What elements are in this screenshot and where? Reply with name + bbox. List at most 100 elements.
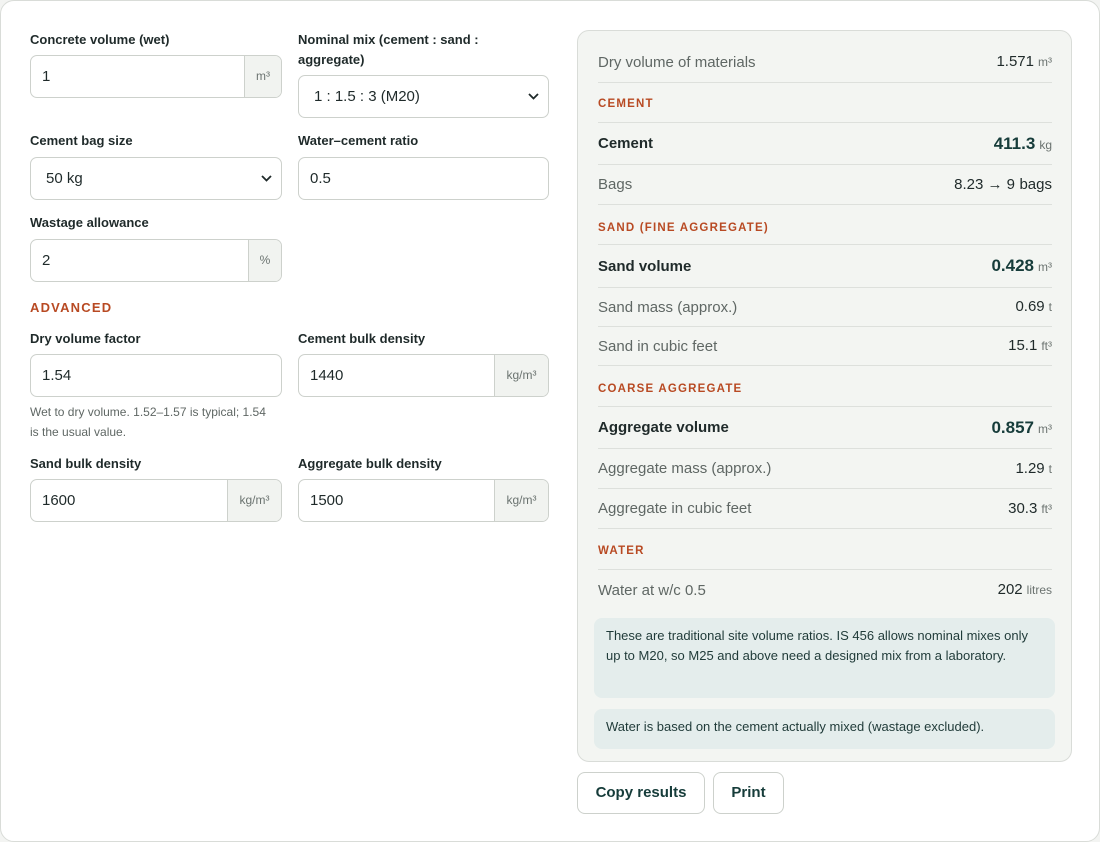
cement-bag-size-field: Cement bag size xyxy=(30,131,133,151)
aggregate-mass-unit: t xyxy=(1048,461,1052,476)
water-note: Water is based on the cement actually mi… xyxy=(594,709,1055,749)
sand-bulk-density-input[interactable]: 1600 kg/m³ xyxy=(30,479,282,522)
nominal-mix-value[interactable]: 1 : 1.5 : 3 (M20) xyxy=(299,76,518,117)
water-cement-ratio-input[interactable]: 0.5 xyxy=(298,157,549,200)
sand-mass-row: Sand mass (approx.) 0.69 t xyxy=(598,288,1052,327)
aggregate-bulk-density-value[interactable]: 1500 xyxy=(299,480,494,521)
dry-volume-factor-input[interactable]: 1.54 xyxy=(30,354,282,397)
aggregate-volume-label: Aggregate volume xyxy=(598,419,729,436)
dry-volume-row: Dry volume of materials 1.571 m³ xyxy=(598,42,1052,83)
sand-bulk-density-field: Sand bulk density xyxy=(30,454,141,474)
wastage-unit: % xyxy=(248,240,281,281)
cement-bulk-density-unit: kg/m³ xyxy=(494,355,548,396)
sand-cft-value: 15.1 xyxy=(1008,337,1038,354)
water-cement-ratio-label: Water–cement ratio xyxy=(298,133,419,148)
bags-unit: bags xyxy=(1019,175,1052,193)
bags-result: 8.23 → 9 bags xyxy=(954,176,1052,194)
sand-cft-row: Sand in cubic feet 15.1 ft³ xyxy=(598,327,1052,366)
aggregate-mass-label: Aggregate mass (approx.) xyxy=(598,460,772,477)
wastage-field: Wastage allowance xyxy=(30,213,149,233)
aggregate-cft-label: Aggregate in cubic feet xyxy=(598,500,752,517)
advanced-heading: ADVANCED xyxy=(30,300,113,315)
sand-volume-row: Sand volume 0.428 m³ xyxy=(598,245,1052,288)
concrete-volume-label: Concrete volume (wet) xyxy=(30,32,170,47)
sand-cft-result: 15.1 ft³ xyxy=(1008,337,1052,355)
wastage-input[interactable]: 2 % xyxy=(30,239,282,282)
chevron-down-icon xyxy=(251,158,281,199)
cement-bulk-density-field: Cement bulk density xyxy=(298,329,425,349)
aggregate-mass-result: 1.29 t xyxy=(1015,460,1052,478)
results-panel: Dry volume of materials 1.571 m³ CEMENT C… xyxy=(577,30,1072,762)
sand-bulk-density-unit: kg/m³ xyxy=(227,480,281,521)
cement-bag-size-value[interactable]: 50 kg xyxy=(31,158,251,199)
sand-volume-label: Sand volume xyxy=(598,257,692,275)
aggregate-mass-row: Aggregate mass (approx.) 1.29 t xyxy=(598,449,1052,489)
cement-bag-size-label: Cement bag size xyxy=(30,133,133,148)
copy-results-button[interactable]: Copy results xyxy=(577,772,705,814)
bags-label: Bags xyxy=(598,176,633,193)
dry-volume-result: 1.571 m³ xyxy=(996,53,1052,71)
dry-volume-value: 1.571 xyxy=(996,53,1034,70)
nominal-mix-label-line2: aggregate) xyxy=(298,52,365,67)
aggregate-bulk-density-unit: kg/m³ xyxy=(494,480,548,521)
cement-bulk-density-input[interactable]: 1440 kg/m³ xyxy=(298,354,549,397)
dry-volume-label: Dry volume of materials xyxy=(598,53,756,71)
concrete-volume-input[interactable]: 1 m³ xyxy=(30,55,282,98)
aggregate-bulk-density-label: Aggregate bulk density xyxy=(298,456,442,471)
wastage-label: Wastage allowance xyxy=(30,215,149,230)
print-button[interactable]: Print xyxy=(713,772,784,814)
nominal-mix-select[interactable]: 1 : 1.5 : 3 (M20) xyxy=(298,75,549,118)
cement-value: 411.3 xyxy=(993,133,1036,153)
concrete-volume-unit: m³ xyxy=(244,56,281,97)
nominal-mix-field: Nominal mix (cement : sand : aggregate) xyxy=(298,30,479,70)
cement-bulk-density-value[interactable]: 1440 xyxy=(299,355,494,396)
dry-volume-hint-line2: is the usual value. xyxy=(30,425,127,439)
aggregate-cft-value: 30.3 xyxy=(1008,499,1038,517)
dry-volume-factor-label: Dry volume factor xyxy=(30,331,141,346)
dry-volume-factor-value[interactable]: 1.54 xyxy=(31,355,281,396)
aggregate-heading: COARSE AGGREGATE xyxy=(598,381,1052,407)
sand-mass-label: Sand mass (approx.) xyxy=(598,298,738,316)
water-result: 202 litres xyxy=(998,581,1052,599)
sand-heading: SAND (FINE AGGREGATE) xyxy=(598,220,1052,245)
nominal-mix-label-line1: Nominal mix (cement : sand : xyxy=(298,32,479,47)
sand-bulk-density-label: Sand bulk density xyxy=(30,456,142,471)
sand-volume-value: 0.428 xyxy=(991,256,1034,275)
is456-note: These are traditional site volume ratios… xyxy=(594,618,1055,698)
dry-volume-hint-line1: Wet to dry volume. 1.52–1.57 is typical;… xyxy=(30,405,266,419)
chevron-down-icon xyxy=(518,76,548,117)
bags-row: Bags 8.23 → 9 bags xyxy=(598,165,1052,205)
cement-heading: CEMENT xyxy=(598,96,1052,123)
cement-bag-size-select[interactable]: 50 kg xyxy=(30,157,282,200)
aggregate-cft-unit: ft³ xyxy=(1041,501,1052,516)
sand-mass-unit: t xyxy=(1048,300,1052,314)
aggregate-bulk-density-input[interactable]: 1500 kg/m³ xyxy=(298,479,549,522)
cement-result: 411.3 kg xyxy=(994,134,1052,154)
cement-bulk-density-label: Cement bulk density xyxy=(298,331,426,346)
water-label: Water at w/c 0.5 xyxy=(598,581,706,599)
concrete-volume-field: Concrete volume (wet) xyxy=(30,30,169,50)
aggregate-bulk-density-field: Aggregate bulk density xyxy=(298,454,442,474)
aggregate-cft-row: Aggregate in cubic feet 30.3 ft³ xyxy=(598,489,1052,529)
water-value: 202 xyxy=(997,581,1023,598)
water-heading: WATER xyxy=(598,543,1052,570)
water-row: Water at w/c 0.5 202 litres xyxy=(598,570,1052,610)
cement-label: Cement xyxy=(598,135,654,152)
sand-bulk-density-value[interactable]: 1600 xyxy=(31,480,227,521)
aggregate-cft-result: 30.3 ft³ xyxy=(1008,500,1052,518)
water-cement-ratio-field: Water–cement ratio xyxy=(298,131,418,151)
wastage-value[interactable]: 2 xyxy=(31,240,248,281)
calculator-card: Concrete volume (wet) 1 m³ Nominal mix (… xyxy=(0,0,1100,842)
aggregate-volume-result: 0.857 m³ xyxy=(991,418,1052,438)
concrete-volume-value[interactable]: 1 xyxy=(31,56,244,97)
sand-cft-label: Sand in cubic feet xyxy=(598,337,718,355)
dry-volume-factor-field: Dry volume factor xyxy=(30,329,141,349)
water-cement-ratio-value[interactable]: 0.5 xyxy=(299,158,548,199)
aggregate-volume-unit: m³ xyxy=(1038,421,1052,436)
sand-mass-result: 0.69 t xyxy=(1015,298,1052,316)
bags-value: 8.23 → 9 xyxy=(954,175,1016,193)
aggregate-volume-row: Aggregate volume 0.857 m³ xyxy=(598,407,1052,449)
aggregate-mass-value: 1.29 xyxy=(1015,459,1045,477)
water-unit: litres xyxy=(1026,583,1052,597)
aggregate-volume-value: 0.857 xyxy=(991,417,1034,437)
